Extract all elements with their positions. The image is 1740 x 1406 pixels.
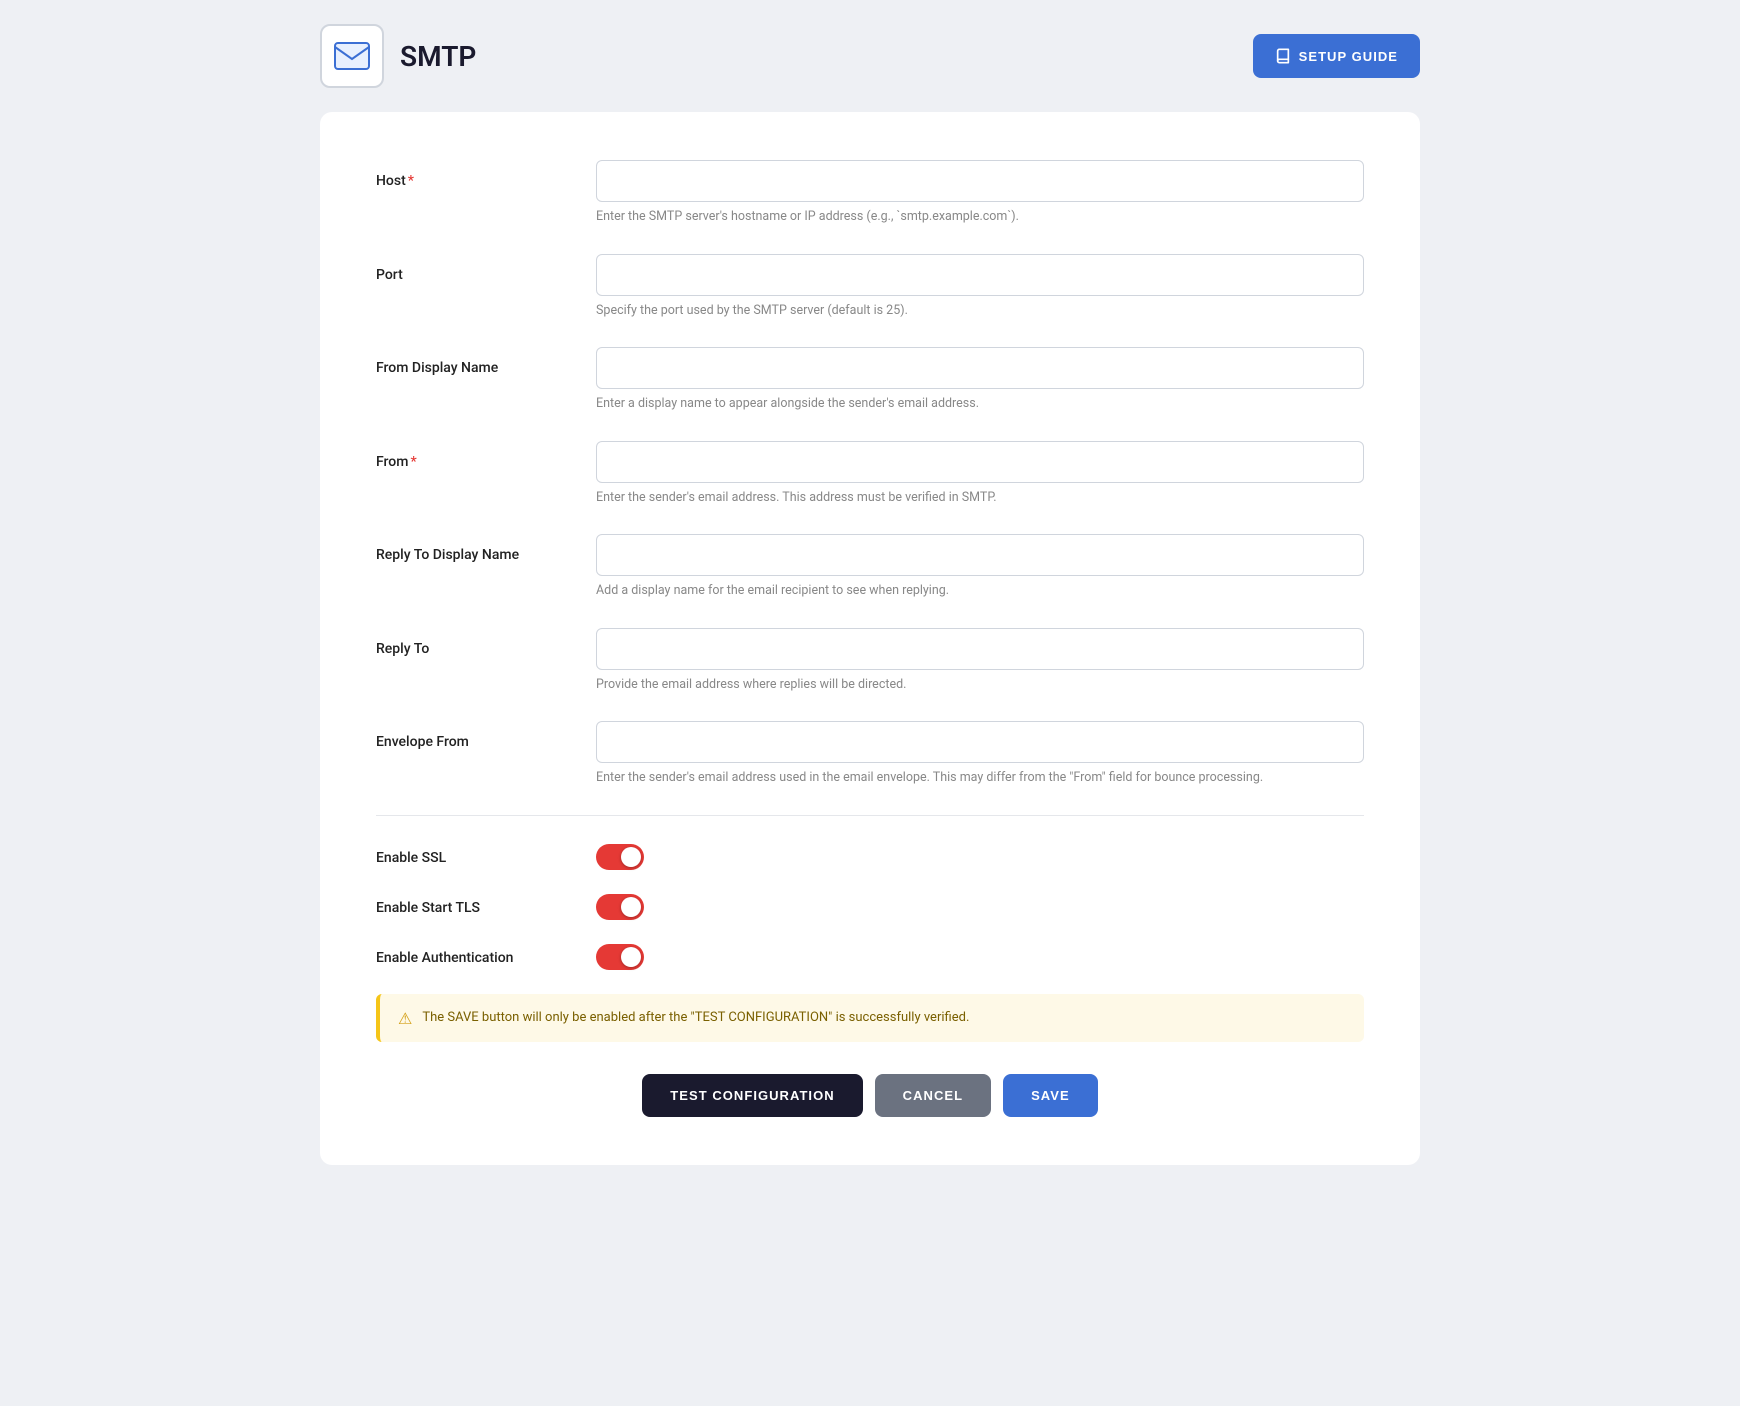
port-input[interactable] xyxy=(596,254,1364,296)
reply-to-row: Reply To Provide the email address where… xyxy=(376,628,1364,694)
action-bar: TEST CONFIGURATION CANCEL SAVE xyxy=(376,1074,1364,1117)
envelope-from-input[interactable] xyxy=(596,721,1364,763)
host-hint: Enter the SMTP server's hostname or IP a… xyxy=(596,208,1364,226)
host-label-col: Host* xyxy=(376,160,596,189)
enable-start-tls-label: Enable Start TLS xyxy=(376,900,480,916)
host-row: Host* Enter the SMTP server's hostname o… xyxy=(376,160,1364,226)
smtp-logo xyxy=(320,24,384,88)
port-label-col: Port xyxy=(376,254,596,283)
port-label: Port xyxy=(376,267,403,283)
cancel-button[interactable]: CANCEL xyxy=(875,1074,991,1117)
from-display-name-row: From Display Name Enter a display name t… xyxy=(376,347,1364,413)
setup-guide-label: SETUP GUIDE xyxy=(1299,49,1398,64)
reply-to-display-name-row: Reply To Display Name Add a display name… xyxy=(376,534,1364,600)
from-display-name-hint: Enter a display name to appear alongside… xyxy=(596,395,1364,413)
enable-ssl-label: Enable SSL xyxy=(376,850,446,866)
envelope-from-label-col: Envelope From xyxy=(376,721,596,750)
enable-ssl-label-col: Enable SSL xyxy=(376,847,596,866)
enable-authentication-thumb xyxy=(621,947,641,967)
envelope-from-label: Envelope From xyxy=(376,734,469,750)
enable-authentication-toggle[interactable] xyxy=(596,944,644,970)
enable-ssl-toggle[interactable] xyxy=(596,844,644,870)
reply-to-display-name-label-col: Reply To Display Name xyxy=(376,534,596,563)
reply-to-display-name-hint: Add a display name for the email recipie… xyxy=(596,582,1364,600)
reply-to-display-name-label: Reply To Display Name xyxy=(376,547,519,563)
test-configuration-button[interactable]: TEST CONFIGURATION xyxy=(642,1074,862,1117)
enable-start-tls-row: Enable Start TLS xyxy=(376,894,1364,920)
from-hint: Enter the sender's email address. This a… xyxy=(596,489,1364,507)
divider xyxy=(376,815,1364,816)
setup-guide-button[interactable]: SETUP GUIDE xyxy=(1253,34,1420,78)
header-left: SMTP xyxy=(320,24,476,88)
enable-start-tls-thumb xyxy=(621,897,641,917)
enable-start-tls-label-col: Enable Start TLS xyxy=(376,897,596,916)
host-input[interactable] xyxy=(596,160,1364,202)
enable-ssl-row: Enable SSL xyxy=(376,844,1364,870)
port-hint: Specify the port used by the SMTP server… xyxy=(596,302,1364,320)
from-label-col: From* xyxy=(376,441,596,470)
envelope-from-input-col: Enter the sender's email address used in… xyxy=(596,721,1364,787)
port-row: Port Specify the port used by the SMTP s… xyxy=(376,254,1364,320)
envelope-from-row: Envelope From Enter the sender's email a… xyxy=(376,721,1364,787)
reply-to-input-col: Provide the email address where replies … xyxy=(596,628,1364,694)
form-card: Host* Enter the SMTP server's hostname o… xyxy=(320,112,1420,1165)
book-icon xyxy=(1275,48,1291,64)
enable-authentication-label: Enable Authentication xyxy=(376,950,513,966)
page-header: SMTP SETUP GUIDE xyxy=(320,24,1420,88)
host-input-col: Enter the SMTP server's hostname or IP a… xyxy=(596,160,1364,226)
from-required-star: * xyxy=(410,454,416,470)
warning-text: The SAVE button will only be enabled aft… xyxy=(422,1008,969,1028)
warning-icon: ⚠ xyxy=(398,1009,412,1028)
warning-box: ⚠ The SAVE button will only be enabled a… xyxy=(376,994,1364,1042)
from-input[interactable] xyxy=(596,441,1364,483)
from-input-col: Enter the sender's email address. This a… xyxy=(596,441,1364,507)
from-display-name-label-col: From Display Name xyxy=(376,347,596,376)
from-display-name-label: From Display Name xyxy=(376,360,498,376)
reply-to-label-col: Reply To xyxy=(376,628,596,657)
host-required-star: * xyxy=(408,173,414,189)
reply-to-display-name-input-col: Add a display name for the email recipie… xyxy=(596,534,1364,600)
envelope-from-hint: Enter the sender's email address used in… xyxy=(596,769,1364,787)
enable-authentication-label-col: Enable Authentication xyxy=(376,947,596,966)
host-label: Host* xyxy=(376,173,414,189)
enable-authentication-row: Enable Authentication xyxy=(376,944,1364,970)
from-display-name-input[interactable] xyxy=(596,347,1364,389)
enable-ssl-thumb xyxy=(621,847,641,867)
enable-start-tls-toggle[interactable] xyxy=(596,894,644,920)
page-title: SMTP xyxy=(400,40,476,73)
reply-to-display-name-input[interactable] xyxy=(596,534,1364,576)
reply-to-label: Reply To xyxy=(376,641,429,657)
reply-to-input[interactable] xyxy=(596,628,1364,670)
from-row: From* Enter the sender's email address. … xyxy=(376,441,1364,507)
save-button[interactable]: SAVE xyxy=(1003,1074,1098,1117)
reply-to-hint: Provide the email address where replies … xyxy=(596,676,1364,694)
from-display-name-input-col: Enter a display name to appear alongside… xyxy=(596,347,1364,413)
port-input-col: Specify the port used by the SMTP server… xyxy=(596,254,1364,320)
from-label: From* xyxy=(376,454,417,470)
